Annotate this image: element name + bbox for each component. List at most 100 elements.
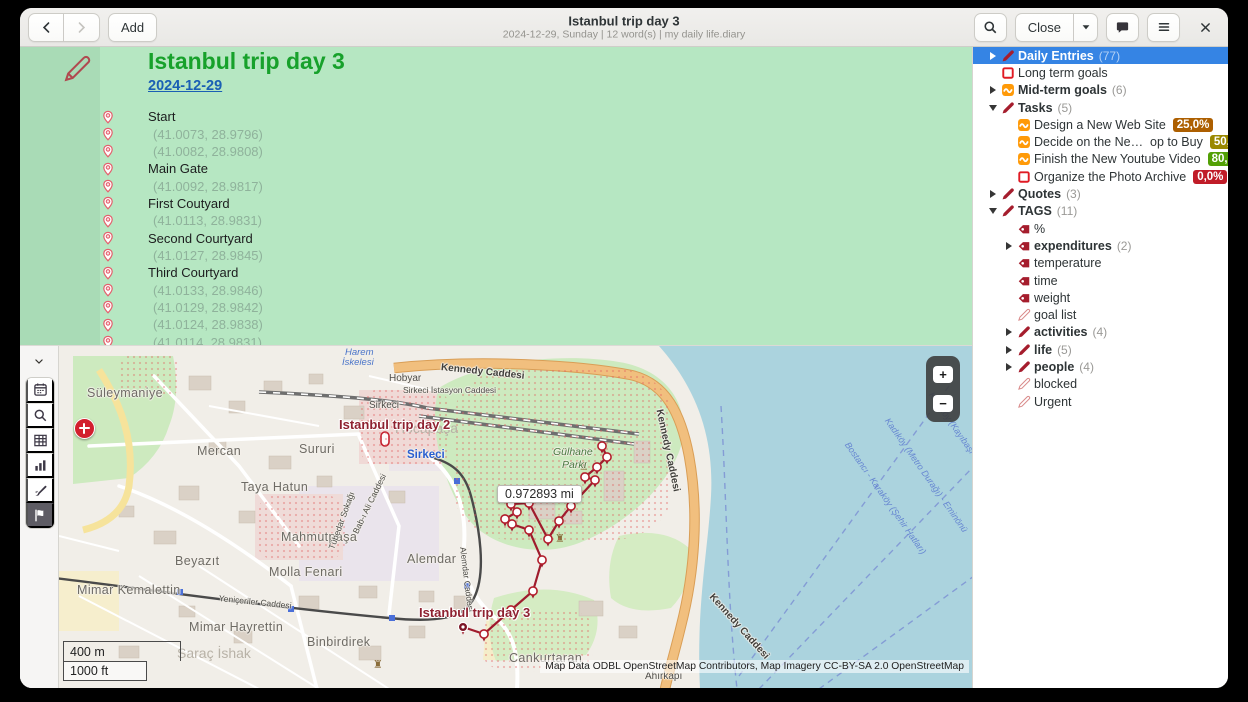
panel-tool-table-button[interactable] — [26, 428, 54, 453]
chart-icon — [33, 458, 48, 473]
tree-label: Urgent — [1034, 395, 1072, 409]
tree-row-tasks[interactable]: Tasks(5) — [973, 99, 1228, 116]
completion-badge: 0,0% — [1193, 170, 1227, 184]
wave-icon — [1017, 135, 1034, 149]
entry-text: Second Courtyard — [148, 231, 253, 246]
tree-row-finish-the-new-youtube-video[interactable]: Finish the New Youtube Video80,0% — [973, 151, 1228, 168]
back-chevron-icon — [40, 21, 53, 34]
pencil-outline-icon — [1017, 308, 1034, 322]
window-close-button[interactable] — [1190, 13, 1220, 42]
tag-icon — [1017, 291, 1034, 305]
tree-row-people[interactable]: people(4) — [973, 358, 1228, 375]
entry-line[interactable]: Main Gate — [20, 160, 972, 177]
menu-icon — [1157, 20, 1171, 34]
back-button[interactable] — [28, 13, 64, 42]
left-pane: Istanbul trip day 3 2024-12-29 Start(41.… — [20, 47, 973, 688]
tree-label: Organize the Photo Archive — [1034, 170, 1186, 184]
expander-closed-icon[interactable] — [985, 86, 1001, 94]
entry-line[interactable]: First Coutyard — [20, 195, 972, 212]
expander-closed-icon[interactable] — [1001, 328, 1017, 336]
edit-pencil-icon — [62, 54, 92, 89]
entry-date-link[interactable]: 2024-12-29 — [148, 78, 222, 94]
menu-button[interactable] — [1147, 13, 1180, 42]
tree-row-urgent[interactable]: Urgent — [973, 393, 1228, 410]
tree-row-weight[interactable]: weight — [973, 289, 1228, 306]
tree-count: (4) — [1093, 325, 1108, 339]
map-canvas[interactable]: ♜♜♜ SüleymaniyeHobyarSirkeciHocapaşaS — [58, 346, 972, 688]
tree-row-decide-on-the-ne-op-to-buy[interactable]: Decide on the Ne… op to Buy50,0% — [973, 133, 1228, 150]
tree-row-goal-list[interactable]: goal list — [973, 306, 1228, 323]
expander-closed-icon[interactable] — [985, 190, 1001, 198]
tree-row-expenditures[interactable]: expenditures(2) — [973, 237, 1228, 254]
tree-label: people — [1034, 360, 1074, 374]
pencil-icon — [1001, 49, 1018, 63]
square-icon — [1017, 170, 1034, 184]
expander-open-icon[interactable] — [985, 208, 1001, 214]
pencil-icon — [1017, 360, 1034, 374]
tree-row-organize-the-photo-archive[interactable]: Organize the Photo Archive 0,0% — [973, 168, 1228, 185]
entry-line[interactable]: (41.0113, 28.9831) — [20, 212, 972, 229]
tree-row-tags[interactable]: TAGS(11) — [973, 203, 1228, 220]
zoom-in-button[interactable]: + — [933, 366, 953, 383]
nav-button-group — [28, 13, 100, 42]
collapse-panel-button[interactable] — [28, 351, 50, 372]
tree-row-design-a-new-web-site[interactable]: Design a New Web Site25,0% — [973, 116, 1228, 133]
add-button[interactable]: Add — [108, 13, 157, 42]
tree-row-activities[interactable]: activities(4) — [973, 324, 1228, 341]
expander-closed-icon[interactable] — [1001, 242, 1017, 250]
entry-line[interactable]: (41.0092, 28.9817) — [20, 177, 972, 194]
tree-label: goal list — [1034, 308, 1076, 322]
tree-row-quotes[interactable]: Quotes(3) — [973, 185, 1228, 202]
entry-line[interactable]: (41.0127, 28.9845) — [20, 247, 972, 264]
forward-button[interactable] — [64, 13, 100, 42]
panel-tool-map-button[interactable] — [26, 503, 54, 528]
map-pin-icon — [101, 179, 115, 193]
expander-open-icon[interactable] — [985, 105, 1001, 111]
tree-count: (6) — [1112, 83, 1127, 97]
entry-tree: Daily Entries(77)Long term goalsMid-term… — [973, 47, 1228, 410]
tree-row-time[interactable]: time — [973, 272, 1228, 289]
map-scale: 400 m 1000 ft — [63, 641, 181, 681]
diary-editor[interactable]: Istanbul trip day 3 2024-12-29 Start(41.… — [20, 47, 972, 345]
search-button[interactable] — [974, 13, 1007, 42]
expander-closed-icon[interactable] — [1001, 346, 1017, 354]
close-diary-button[interactable]: Close — [1015, 13, 1074, 42]
entry-line[interactable]: (41.0073, 28.9796) — [20, 125, 972, 142]
entry-text: (41.0113, 28.9831) — [153, 213, 262, 228]
expander-closed-icon[interactable] — [985, 52, 1001, 60]
tree-row-daily-entries[interactable]: Daily Entries(77) — [973, 47, 1228, 64]
close-split-button: Close — [1015, 13, 1098, 42]
tree-row-life[interactable]: life(5) — [973, 341, 1228, 358]
tree-row-item[interactable]: % — [973, 220, 1228, 237]
panel-tool-paint-button[interactable] — [26, 478, 54, 503]
entry-line[interactable]: Second Courtyard — [20, 229, 972, 246]
tree-label: life — [1034, 343, 1052, 357]
chat-button[interactable] — [1106, 13, 1139, 42]
tree-row-mid-term-goals[interactable]: Mid-term goals(6) — [973, 82, 1228, 99]
tag-icon — [1017, 256, 1034, 270]
entry-text: (41.0127, 28.9845) — [153, 248, 263, 263]
scale-imperial: 1000 ft — [63, 661, 147, 681]
entry-line[interactable]: Start — [20, 108, 972, 125]
tree-row-temperature[interactable]: temperature — [973, 255, 1228, 272]
expander-closed-icon[interactable] — [1001, 363, 1017, 371]
map-pin-icon — [101, 110, 115, 124]
entry-line[interactable]: (41.0133, 28.9846) — [20, 281, 972, 298]
panel-tool-chart-button[interactable] — [26, 453, 54, 478]
tree-row-long-term-goals[interactable]: Long term goals — [973, 64, 1228, 81]
entry-line[interactable]: (41.0129, 28.9842) — [20, 299, 972, 316]
tree-row-blocked[interactable]: blocked — [973, 376, 1228, 393]
entry-line[interactable]: Third Courtyard — [20, 264, 972, 281]
add-location-marker[interactable] — [74, 418, 95, 439]
panel-tool-search-button[interactable] — [26, 403, 54, 428]
zoom-out-button[interactable]: − — [933, 395, 953, 412]
entry-line[interactable]: (41.0114, 28.9831) — [20, 333, 972, 345]
entry-text: Main Gate — [148, 161, 208, 176]
entry-line[interactable]: (41.0124, 28.9838) — [20, 316, 972, 333]
map-panel: ♜♜♜ SüleymaniyeHobyarSirkeciHocapaşaS — [20, 345, 972, 688]
panel-tool-calendar-button[interactable] — [26, 378, 54, 403]
tree-label: Finish the New Youtube Video — [1034, 152, 1201, 166]
entry-line[interactable]: (41.0082, 28.9808) — [20, 143, 972, 160]
close-dropdown-button[interactable] — [1074, 13, 1098, 42]
calendar-icon — [33, 382, 48, 397]
